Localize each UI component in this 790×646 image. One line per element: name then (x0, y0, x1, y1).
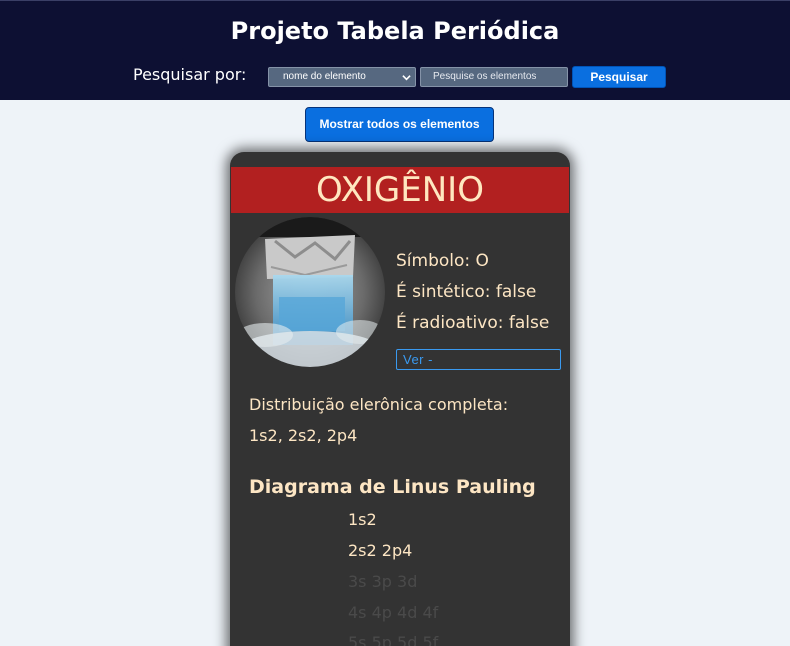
distribution-label: Distribuição elerônica completa: (249, 395, 509, 414)
search-placeholder: Pesquise os elementos (433, 71, 537, 82)
show-all-button[interactable]: Mostrar todos os elementos (305, 107, 494, 142)
page-title: Projeto Tabela Periódica (230, 17, 560, 45)
search-type-value: nome do elemento (283, 71, 366, 82)
diagram-row: 2s2 2p4 (348, 541, 413, 560)
element-photo (235, 217, 385, 367)
search-button[interactable]: Pesquisar (572, 66, 666, 88)
distribution-value: 1s2, 2s2, 2p4 (249, 426, 358, 445)
symbol-text: Símbolo: O (396, 251, 489, 271)
diagram-row: 4s 4p 4d 4f (348, 603, 439, 622)
radioactive-text: É radioativo: false (396, 313, 550, 333)
element-card: OXIGÊNIO Símbolo: O É sintético: false É… (230, 152, 570, 646)
diagram-row: 3s 3p 3d (348, 572, 418, 591)
search-input[interactable]: Pesquise os elementos (420, 67, 568, 87)
diagram-row: 1s2 (348, 510, 377, 529)
search-label: Pesquisar por: (133, 65, 247, 84)
diagram-row: 5s 5p 5d 5f (348, 633, 439, 646)
element-name: OXIGÊNIO (231, 167, 569, 213)
synthetic-text: É sintético: false (396, 282, 537, 302)
header: Projeto Tabela Periódica Pesquisar por: … (0, 0, 790, 100)
view-button[interactable]: Ver - (396, 349, 561, 370)
search-type-select[interactable]: nome do elemento (268, 67, 416, 87)
diagram-title: Diagrama de Linus Pauling (249, 476, 536, 498)
chevron-down-icon (402, 75, 411, 81)
